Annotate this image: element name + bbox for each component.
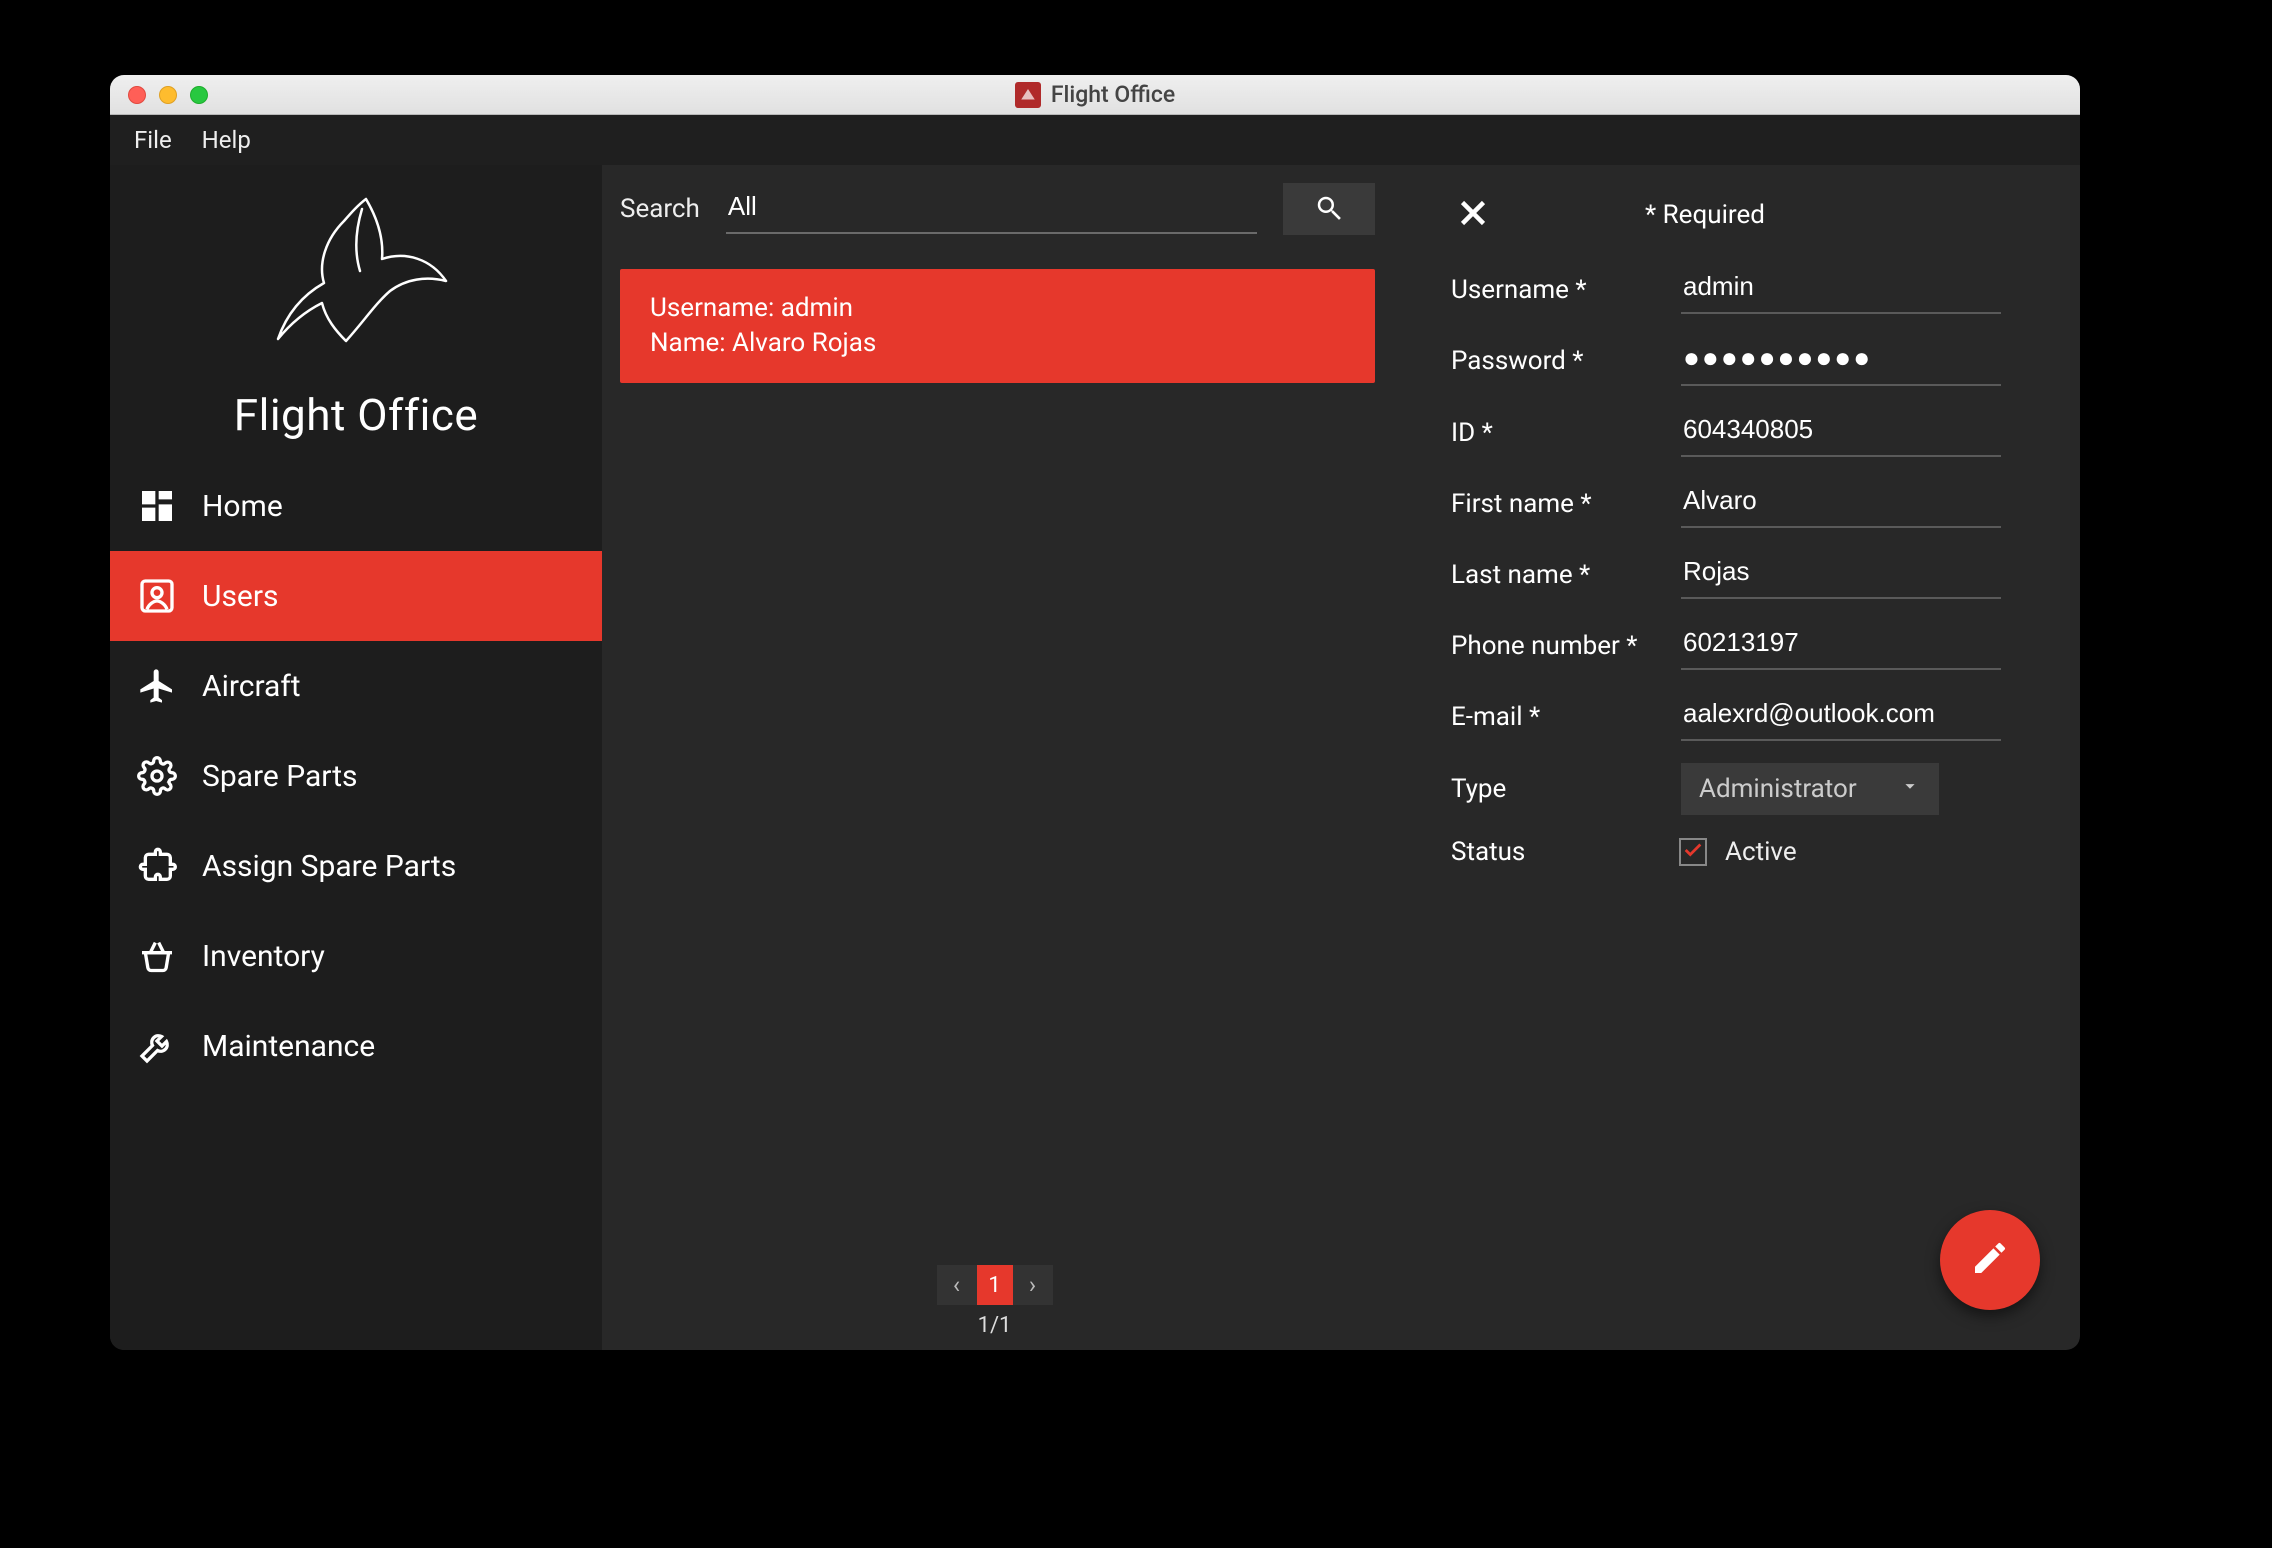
chevron-left-icon: ‹ xyxy=(953,1271,960,1299)
wrench-icon xyxy=(136,1025,178,1067)
search-button[interactable] xyxy=(1283,183,1375,235)
list-pane: Search Username: admin Name: Alvaro Roja… xyxy=(602,165,1387,1350)
list-item-line2: Name: Alvaro Rojas xyxy=(650,326,1345,361)
detail-pane: * Required Username * Password * ID * xyxy=(1387,165,2080,1350)
firstname-label: First name * xyxy=(1451,489,1681,519)
sidebar-item-label: Maintenance xyxy=(202,1029,375,1064)
sidebar: Flight Office Home Users xyxy=(110,165,602,1350)
sidebar-item-home[interactable]: Home xyxy=(110,461,602,551)
dashboard-icon xyxy=(136,485,178,527)
phone-label: Phone number * xyxy=(1451,631,1681,661)
sidebar-item-aircraft[interactable]: Aircraft xyxy=(110,641,602,731)
password-label: Password * xyxy=(1451,346,1681,376)
required-note: * Required xyxy=(1645,200,1765,230)
results-list: Username: admin Name: Alvaro Rojas xyxy=(620,269,1387,1350)
pager-current-page[interactable]: 1 xyxy=(977,1265,1013,1305)
pager: ‹ 1 › 1/1 xyxy=(602,1265,1387,1338)
email-label: E-mail * xyxy=(1451,702,1681,732)
chevron-right-icon: › xyxy=(1029,1271,1036,1299)
app-icon xyxy=(1015,82,1041,108)
user-icon xyxy=(136,575,178,617)
sidebar-item-label: Home xyxy=(202,489,283,524)
list-item-line1: Username: admin xyxy=(650,291,1345,326)
lastname-field[interactable] xyxy=(1681,550,2001,599)
password-field[interactable] xyxy=(1681,336,2001,386)
sidebar-item-label: Spare Parts xyxy=(202,759,358,794)
app-window: Flight Office File Help xyxy=(110,75,2080,1350)
basket-icon xyxy=(136,935,178,977)
aircraft-icon xyxy=(136,665,178,707)
lastname-label: Last name * xyxy=(1451,560,1681,590)
menu-help[interactable]: Help xyxy=(202,126,251,154)
sidebar-item-label: Users xyxy=(202,579,279,614)
sidebar-item-inventory[interactable]: Inventory xyxy=(110,911,602,1001)
sidebar-item-label: Inventory xyxy=(202,939,325,974)
pager-prev-button[interactable]: ‹ xyxy=(937,1265,977,1305)
id-field[interactable] xyxy=(1681,408,2001,457)
gear-icon xyxy=(136,755,178,797)
pager-next-button[interactable]: › xyxy=(1013,1265,1053,1305)
sidebar-item-spare-parts[interactable]: Spare Parts xyxy=(110,731,602,821)
status-label: Status xyxy=(1451,837,1661,867)
menubar: File Help xyxy=(110,115,2080,165)
bird-logo-icon xyxy=(251,181,461,385)
sidebar-item-assign-spare-parts[interactable]: Assign Spare Parts xyxy=(110,821,602,911)
close-icon xyxy=(1455,195,1491,235)
status-value: Active xyxy=(1725,837,1797,867)
extension-icon xyxy=(136,845,178,887)
type-value: Administrator xyxy=(1699,774,1857,804)
brand-title: Flight Office xyxy=(234,389,478,441)
list-item[interactable]: Username: admin Name: Alvaro Rojas xyxy=(620,269,1375,383)
pager-summary: 1/1 xyxy=(978,1313,1012,1338)
check-icon xyxy=(1682,839,1704,865)
pencil-icon xyxy=(1970,1238,2010,1282)
edit-fab[interactable] xyxy=(1940,1210,2040,1310)
maximize-window-icon[interactable] xyxy=(190,86,208,104)
sidebar-item-users[interactable]: Users xyxy=(110,551,602,641)
close-detail-button[interactable] xyxy=(1451,193,1495,237)
firstname-field[interactable] xyxy=(1681,479,2001,528)
traffic-lights xyxy=(128,86,208,104)
window-title: Flight Office xyxy=(1051,81,1175,108)
search-icon xyxy=(1314,193,1344,226)
close-window-icon[interactable] xyxy=(128,86,146,104)
search-row: Search xyxy=(620,183,1387,235)
phone-field[interactable] xyxy=(1681,621,2001,670)
sidebar-item-label: Assign Spare Parts xyxy=(202,849,456,884)
username-label: Username * xyxy=(1451,275,1681,305)
email-field[interactable] xyxy=(1681,692,2001,741)
search-input[interactable] xyxy=(726,185,1257,234)
status-checkbox[interactable] xyxy=(1679,838,1707,866)
titlebar: Flight Office xyxy=(110,75,2080,115)
search-label: Search xyxy=(620,194,700,224)
brand: Flight Office xyxy=(110,165,602,461)
username-field[interactable] xyxy=(1681,265,2001,314)
minimize-window-icon[interactable] xyxy=(159,86,177,104)
id-label: ID * xyxy=(1451,418,1681,448)
type-select[interactable]: Administrator xyxy=(1681,763,1939,815)
nav: Home Users Aircraft xyxy=(110,461,602,1091)
menu-file[interactable]: File xyxy=(134,126,172,154)
main: Search Username: admin Name: Alvaro Roja… xyxy=(602,165,2080,1350)
type-label: Type xyxy=(1451,774,1681,804)
window-title-area: Flight Office xyxy=(110,81,2080,108)
chevron-down-icon xyxy=(1899,774,1921,804)
sidebar-item-maintenance[interactable]: Maintenance xyxy=(110,1001,602,1091)
sidebar-item-label: Aircraft xyxy=(202,669,301,704)
